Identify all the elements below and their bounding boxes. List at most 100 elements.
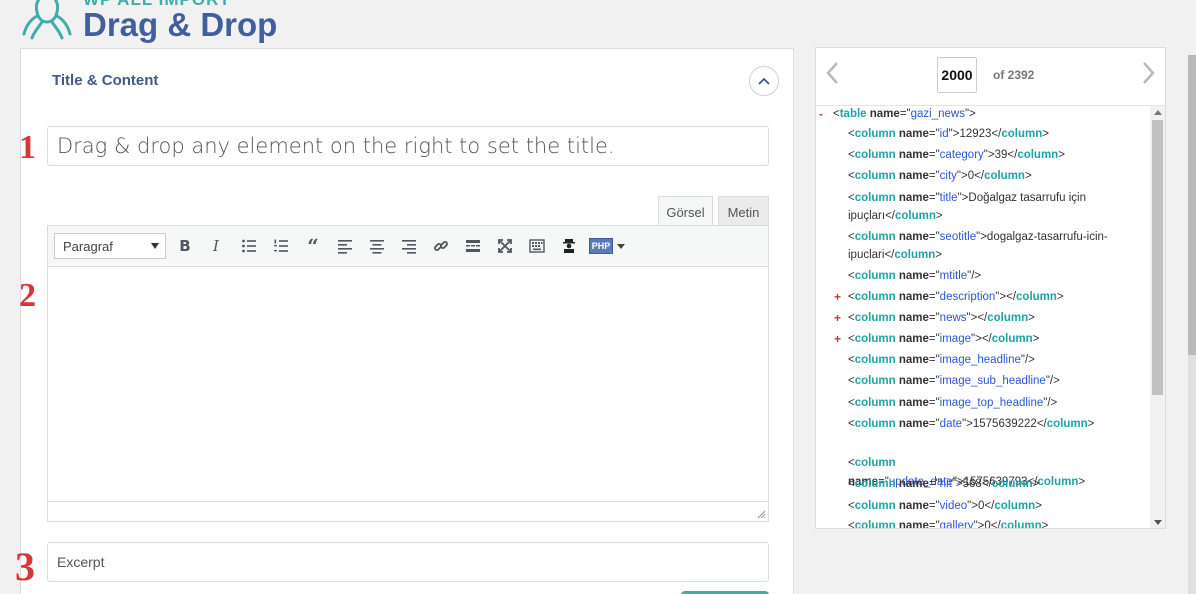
xml-tag: column	[854, 500, 896, 512]
link-icon[interactable]	[430, 235, 452, 257]
read-more-icon[interactable]	[462, 235, 484, 257]
xml-bracket: <	[833, 108, 840, 120]
xml-bracket: ">	[973, 520, 985, 528]
xml-bracket: <	[848, 231, 855, 243]
tab-text[interactable]: Metin	[718, 196, 769, 227]
blockquote-icon[interactable]: “	[302, 234, 324, 258]
xml-scrollbar-thumb[interactable]	[1152, 120, 1163, 395]
xml-column-image-headline[interactable]: <column name="image_headline"/>	[848, 352, 1035, 369]
xml-attr-value: seotitle	[939, 231, 977, 243]
align-left-icon[interactable]	[334, 235, 356, 257]
xml-column-id[interactable]: <column name="id">12923</column>	[848, 126, 1049, 143]
xml-column-seotitle[interactable]: <column name="seotitle">dogalgaz-tasarru…	[848, 229, 1108, 246]
record-total: of 2392	[993, 68, 1035, 82]
xml-attr-value: image	[939, 333, 971, 345]
xml-root-node[interactable]: <table name="gazi_news">	[833, 106, 976, 123]
format-select[interactable]: Paragraf	[54, 233, 166, 259]
xml-attr-value: category	[939, 149, 984, 161]
title-content-panel: Title & Content 1 2 3 Drag & drop any el…	[15, 48, 794, 594]
panel-title: Title & Content	[52, 72, 159, 89]
xml-scrollbar[interactable]	[1150, 106, 1165, 528]
xml-quote: ="	[928, 192, 940, 204]
xml-column-image-sub-headline[interactable]: <column name="image_sub_headline"/>	[848, 373, 1060, 390]
xml-bracket: >	[1087, 418, 1095, 430]
xml-bracket: >	[1024, 170, 1032, 182]
fullscreen-icon[interactable]	[494, 235, 516, 257]
xml-bracket: ">	[962, 418, 973, 430]
bullet-list-icon[interactable]	[238, 235, 260, 257]
xml-column-image[interactable]: <column name="image"></column>	[848, 331, 1039, 348]
xml-attr: name	[898, 192, 929, 204]
align-center-icon[interactable]	[366, 235, 388, 257]
xml-bracket: ">	[995, 291, 1007, 303]
xml-tag: column	[854, 231, 896, 243]
bold-icon[interactable]: B	[174, 235, 196, 257]
xml-preview-panel: 2000 of 2392 <table name="gazi_news"> - <c…	[815, 47, 1166, 529]
xml-tag: column	[854, 457, 896, 469]
xml-column-video[interactable]: <column name="video">0</column>	[848, 498, 1042, 515]
xml-column-gallery[interactable]: <column name="gallery">0</column>	[848, 518, 1048, 528]
xml-attr: name	[898, 231, 929, 243]
xml-column-date[interactable]: <column name="date">1575639222</column>	[848, 416, 1094, 433]
previous-record-icon[interactable]	[824, 61, 840, 85]
xml-bracket: <	[848, 500, 855, 512]
chevron-up-icon	[758, 77, 770, 85]
xml-bracket: <	[848, 520, 855, 528]
excerpt-input[interactable]: Excerpt	[47, 542, 769, 582]
page-scrollbar-thumb[interactable]	[1188, 55, 1196, 355]
xml-column-title[interactable]: <column name="title">Doğalgaz tasarrufu …	[848, 190, 1086, 207]
italic-icon[interactable]: I	[205, 235, 227, 257]
align-right-icon[interactable]	[398, 235, 420, 257]
shortcode-man-icon[interactable]	[558, 235, 580, 257]
xml-text: dogalgaz-tasarrufu-icin-	[986, 231, 1108, 243]
xml-column-news[interactable]: <column name="news"></column>	[848, 310, 1035, 327]
xml-column-hit[interactable]: <column name="hit">568</column>	[848, 476, 1039, 493]
xml-column-image-top-headline[interactable]: <column name="image_top_headline"/>	[848, 395, 1057, 412]
format-select-value: Paragraf	[63, 238, 113, 254]
xml-column-seotitle-cont[interactable]: ipuclari</column>	[848, 247, 942, 264]
xml-bracket: "/>	[1045, 375, 1060, 387]
xml-attr: name	[898, 270, 929, 282]
xml-attr: name	[898, 170, 929, 182]
record-number-input[interactable]: 2000	[937, 57, 977, 93]
xml-column-description[interactable]: <column name="description"></column>	[848, 289, 1064, 306]
next-record-icon[interactable]	[1141, 61, 1157, 85]
xml-attr-value: date	[939, 418, 963, 430]
xml-column-title-cont[interactable]: ipuçları</column>	[848, 208, 943, 225]
step-number-1: 1	[19, 129, 36, 166]
xml-tag: table	[839, 108, 867, 120]
scroll-up-icon[interactable]	[1154, 110, 1162, 115]
php-snippet-button[interactable]: PHP	[588, 235, 626, 257]
xml-tag: column	[895, 210, 936, 222]
toolbar-toggle-icon[interactable]	[526, 235, 548, 257]
xml-text: 1575639222	[972, 418, 1037, 430]
editor-toolbar: Paragraf B I “ PHP	[48, 226, 768, 267]
xml-column-city[interactable]: <column name="city">0</column>	[848, 168, 1032, 185]
title-input[interactable]: Drag & drop any element on the right to …	[47, 126, 769, 166]
collapse-node-icon[interactable]: -	[819, 106, 823, 123]
expand-node-icon[interactable]: +	[834, 310, 841, 327]
xml-quote: ="	[928, 128, 940, 140]
xml-column-mtitle[interactable]: <column name="mtitle"/>	[848, 268, 981, 285]
xml-tag: column	[854, 397, 896, 409]
xml-column-update-date[interactable]: <column	[848, 455, 896, 472]
xml-attr: name	[898, 149, 929, 161]
resize-handle-icon[interactable]	[756, 509, 766, 519]
xml-bracket: <	[848, 312, 855, 324]
xml-tag: column	[854, 149, 896, 161]
editor-content-area[interactable]	[48, 267, 768, 501]
expand-node-icon[interactable]: +	[834, 331, 841, 348]
tab-visual[interactable]: Görsel	[658, 196, 713, 227]
page-scrollbar[interactable]	[1188, 55, 1196, 594]
expand-node-icon[interactable]: +	[834, 289, 841, 306]
collapse-button[interactable]	[749, 66, 779, 96]
xml-column-category[interactable]: <column name="category">39</column>	[848, 147, 1065, 164]
xml-attr-value: image_sub_headline	[939, 375, 1046, 387]
xml-attr: name	[898, 375, 929, 387]
numbered-list-icon[interactable]	[270, 235, 292, 257]
scroll-down-icon[interactable]	[1154, 520, 1162, 525]
xml-attr: name	[898, 312, 929, 324]
xml-tag: column	[854, 478, 896, 490]
xml-bracket: </	[991, 128, 1002, 140]
top-link[interactable]	[1010, 0, 1070, 4]
